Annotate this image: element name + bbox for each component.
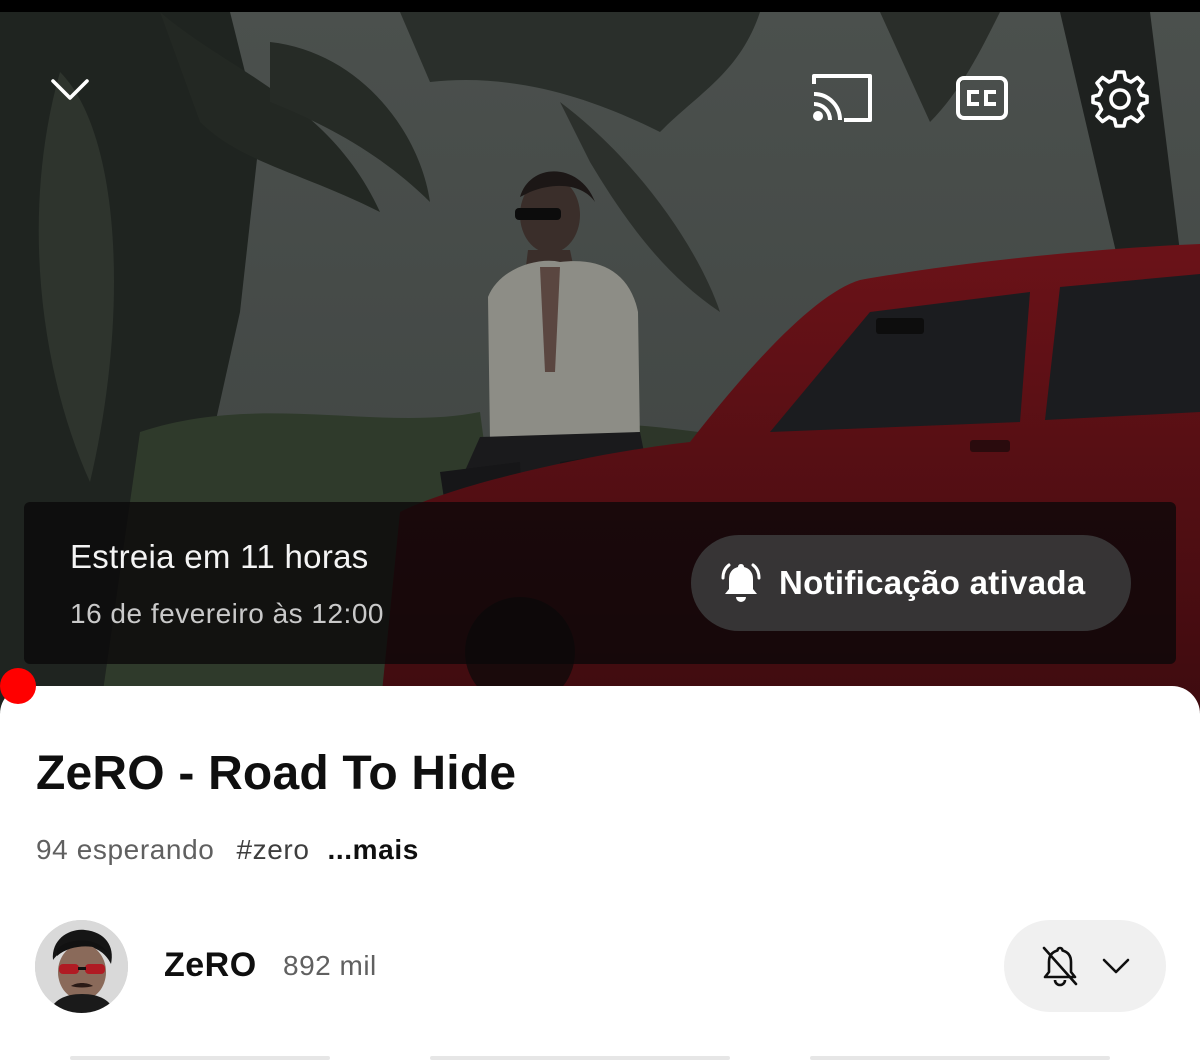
status-strip — [0, 0, 1200, 12]
channel-row: ZeRO 892 mil — [0, 910, 1200, 1020]
closed-captions-icon — [956, 76, 1008, 120]
progress-scrubber[interactable] — [0, 668, 36, 704]
chevron-down-icon — [51, 79, 89, 100]
notification-button-label: Notificação ativada — [779, 564, 1086, 601]
action-chip-edge — [430, 1056, 730, 1060]
waiting-count: 94 esperando — [36, 834, 215, 865]
captions-button[interactable] — [944, 62, 1020, 134]
app-root: Estreia em 11 horas 16 de fevereiro às 1… — [0, 0, 1200, 1060]
bell-off-icon — [1042, 946, 1078, 987]
premiere-date: 16 de fevereiro às 12:00 — [70, 598, 384, 629]
video-meta-row: 94 esperando #zero ...mais — [36, 834, 419, 866]
chevron-down-icon — [1102, 958, 1130, 974]
cast-button[interactable] — [800, 62, 884, 134]
collapse-button[interactable] — [36, 60, 104, 120]
hashtag-link[interactable]: #zero — [236, 834, 309, 866]
notification-on-button[interactable]: Notificação ativada — [691, 535, 1131, 631]
cast-icon — [812, 74, 872, 122]
premiere-card: Estreia em 11 horas 16 de fevereiro às 1… — [24, 502, 1176, 664]
premiere-countdown: Estreia em 11 horas — [70, 538, 369, 575]
avatar-image — [35, 920, 128, 1013]
settings-button[interactable] — [1080, 56, 1160, 142]
video-title: ZeRO - Road To Hide — [36, 747, 517, 800]
channel-name[interactable]: ZeRO — [164, 946, 257, 985]
bell-ringing-icon — [717, 559, 765, 607]
gear-icon — [1091, 70, 1149, 128]
action-chip-edge — [810, 1056, 1110, 1060]
subscriber-count: 892 mil — [283, 950, 377, 981]
action-chip-edge — [70, 1056, 330, 1060]
more-description-link[interactable]: ...mais — [328, 834, 419, 866]
subscription-notifications-button[interactable] — [1004, 920, 1166, 1012]
channel-avatar[interactable] — [35, 920, 128, 1013]
